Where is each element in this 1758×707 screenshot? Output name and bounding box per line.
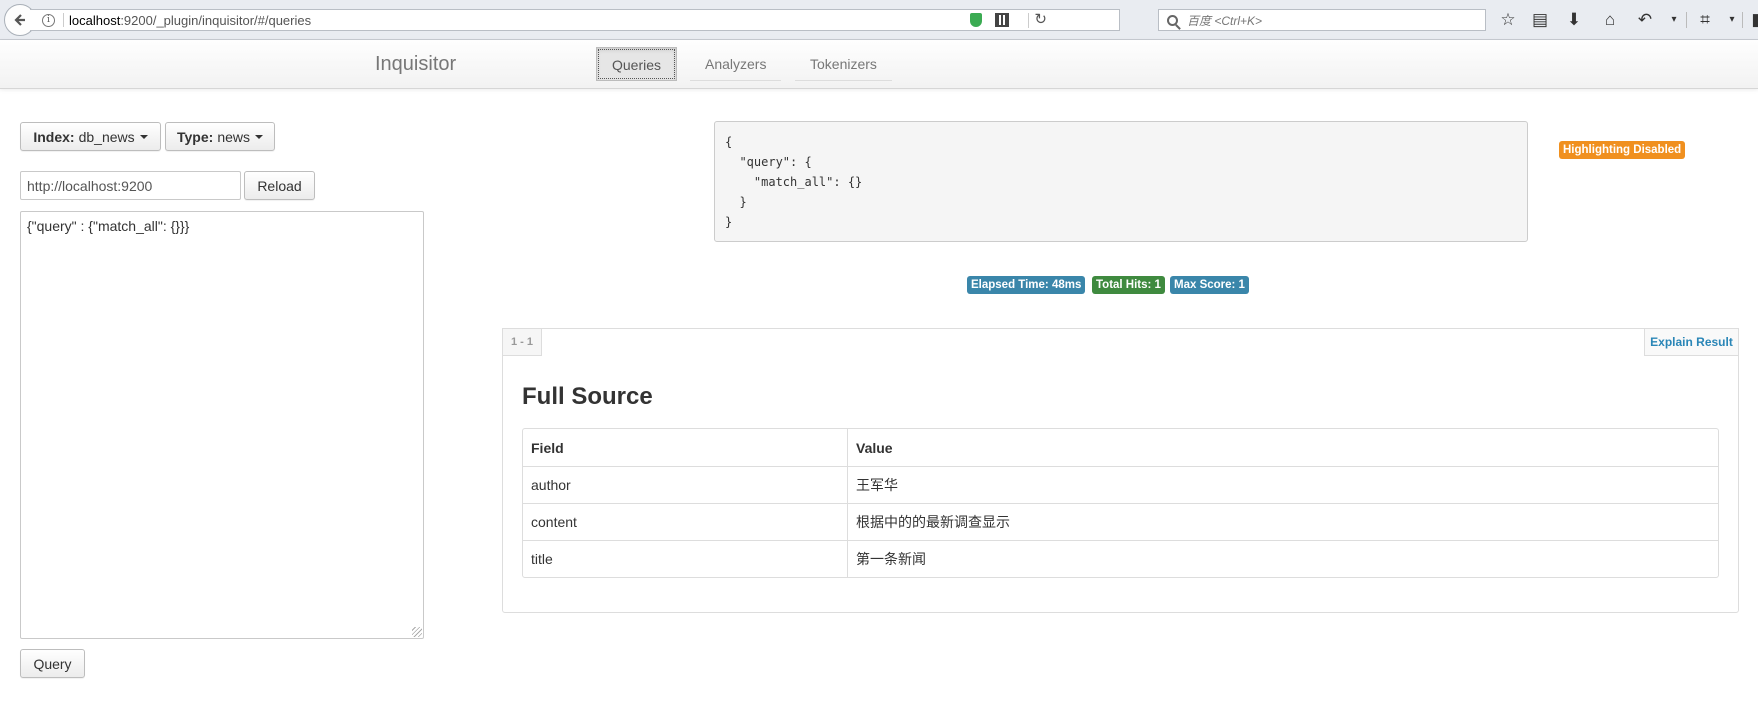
table-row: content 根据中的的最新调查显示: [523, 503, 1718, 540]
explain-result-button[interactable]: Explain Result: [1644, 328, 1739, 356]
url-text: localhost:9200/_plugin/inquisitor/#/quer…: [69, 12, 312, 28]
back-arrow-icon: [14, 14, 25, 26]
value-cell: 第一条新闻: [848, 540, 1718, 577]
query-json-preview: { "query": { "match_all": {} } }: [714, 121, 1528, 242]
toolbar-separator: [1742, 12, 1743, 28]
browser-toolbar: i localhost:9200/_plugin/inquisitor/#/qu…: [0, 0, 1758, 40]
home-icon[interactable]: ⌂: [1600, 10, 1620, 30]
menu-icon[interactable]: ▮: [1746, 10, 1758, 30]
index-label: Index:: [33, 128, 75, 145]
index-value: db_news: [78, 128, 135, 145]
source-table: Field Value author 王军华 content 根据中的的最新调查…: [522, 428, 1719, 578]
value-cell: 根据中的的最新调查显示: [848, 503, 1718, 540]
download-icon[interactable]: ⬇: [1564, 10, 1584, 30]
max-score-badge: Max Score: 1: [1170, 276, 1249, 294]
shield-icon[interactable]: [970, 13, 982, 27]
total-hits-badge: Total Hits: 1: [1092, 276, 1165, 294]
caret-down-icon: [255, 134, 263, 139]
type-dropdown[interactable]: Type: news: [165, 122, 275, 151]
url-divider: [1028, 13, 1029, 28]
field-cell: content: [523, 503, 848, 540]
browser-search-field[interactable]: 百度 <Ctrl+K>: [1158, 9, 1486, 31]
qr-code-icon[interactable]: [995, 13, 1009, 27]
highlighting-badge[interactable]: Highlighting Disabled: [1559, 141, 1686, 159]
toolbar-separator: [1686, 12, 1687, 28]
search-placeholder: 百度 <Ctrl+K>: [1187, 13, 1263, 28]
query-button[interactable]: Query: [20, 649, 85, 678]
reload-button[interactable]: Reload: [244, 171, 315, 200]
refresh-icon[interactable]: ↻: [1034, 12, 1047, 28]
field-cell: author: [523, 466, 848, 503]
crop-icon[interactable]: ⌗: [1695, 10, 1715, 30]
address-bar[interactable]: i localhost:9200/_plugin/inquisitor/#/qu…: [30, 9, 1120, 31]
full-source-heading: Full Source: [522, 383, 653, 410]
query-editor[interactable]: {"query" : {"match_all": {}}}: [20, 211, 424, 639]
brand-title[interactable]: Inquisitor: [375, 53, 456, 76]
elapsed-time-badge: Elapsed Time: 48ms: [967, 276, 1086, 294]
tab-tokenizers[interactable]: Tokenizers: [795, 47, 892, 81]
reading-list-icon[interactable]: ▤: [1530, 10, 1550, 30]
table-row: author 王军华: [523, 466, 1718, 503]
undo-icon[interactable]: ↶: [1635, 10, 1655, 30]
url-separator: [63, 13, 64, 27]
type-label: Type:: [177, 128, 214, 145]
resize-handle[interactable]: [412, 627, 422, 637]
bookmark-star-icon[interactable]: ☆: [1498, 10, 1518, 30]
tab-queries[interactable]: Queries: [596, 47, 678, 81]
host-url-input[interactable]: [20, 171, 241, 200]
table-header-row: Field Value: [523, 429, 1718, 466]
search-icon: [1167, 14, 1178, 26]
undo-dropdown-icon[interactable]: ▾: [1664, 10, 1684, 30]
column-header-value: Value: [856, 439, 893, 456]
column-header-field: Field: [523, 429, 848, 466]
crop-dropdown-icon[interactable]: ▾: [1722, 10, 1742, 30]
type-value: news: [217, 128, 250, 145]
value-cell: 王军华: [848, 466, 1718, 503]
table-row: title 第一条新闻: [523, 540, 1718, 577]
site-info-icon[interactable]: i: [42, 13, 55, 27]
index-dropdown[interactable]: Index: db_news: [20, 122, 161, 151]
results-page-tab[interactable]: 1 - 1: [502, 328, 542, 356]
app-navbar: Inquisitor Queries Analyzers Tokenizers: [0, 40, 1758, 89]
tab-analyzers[interactable]: Analyzers: [690, 47, 782, 81]
caret-down-icon: [139, 134, 148, 139]
field-cell: title: [523, 540, 848, 577]
